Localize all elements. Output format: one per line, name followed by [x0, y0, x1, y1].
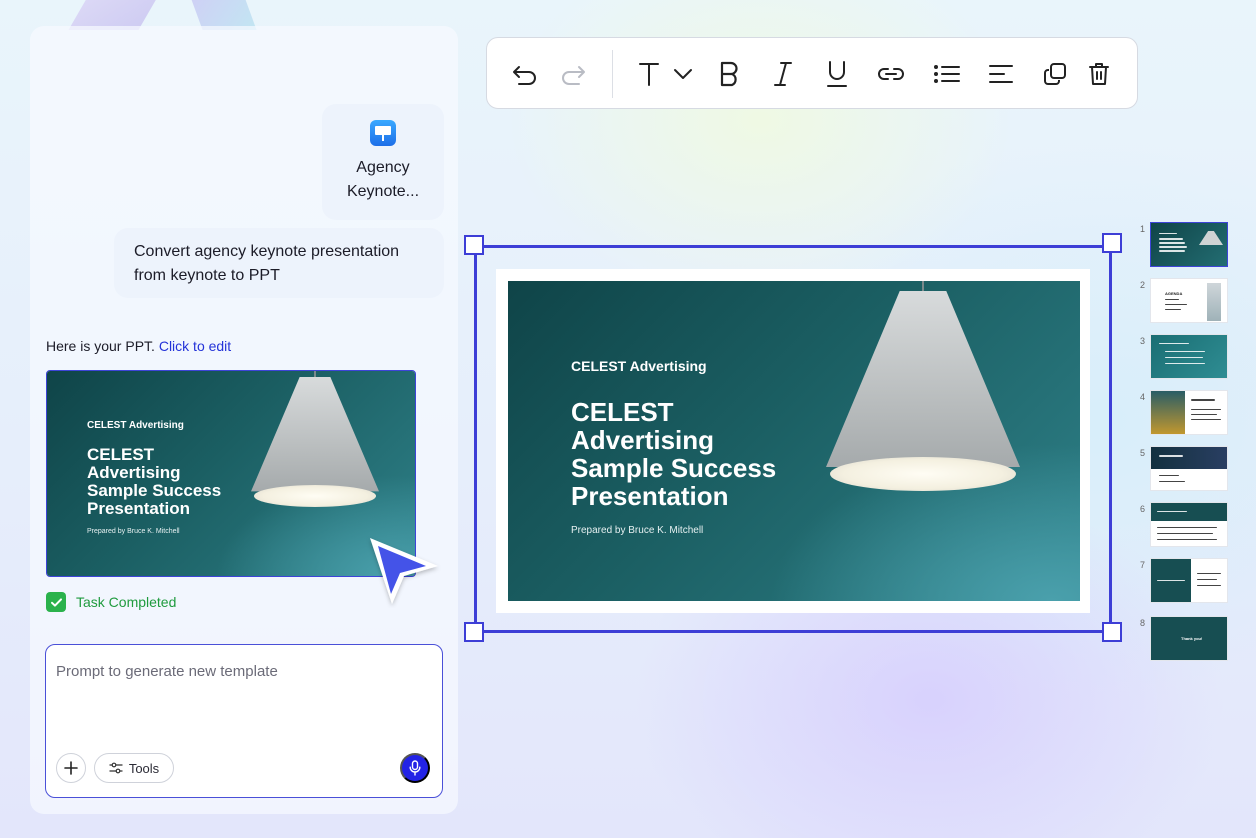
- attachment-name-line1: Agency: [356, 159, 410, 176]
- align-button[interactable]: [985, 58, 1017, 90]
- slide-thumb-title: AGENDA: [1165, 291, 1183, 296]
- slide-thumb-image: [1150, 558, 1228, 603]
- resize-handle-top-left[interactable]: [464, 235, 484, 255]
- slide-title-line: Sample Success: [87, 481, 222, 500]
- slide-number: 2: [1140, 280, 1146, 290]
- assistant-reply-text: Here is your PPT.: [46, 338, 159, 354]
- tools-button[interactable]: Tools: [94, 753, 174, 783]
- slide-thumbnail-4[interactable]: 4: [1136, 390, 1236, 436]
- slide-brand: CELEST Advertising: [87, 420, 184, 431]
- attachment-name: Agency Keynote...: [347, 156, 419, 204]
- slide-title-line: Presentation: [87, 499, 190, 518]
- click-to-edit-link[interactable]: Click to edit: [159, 338, 231, 354]
- redo-button[interactable]: [557, 58, 589, 90]
- chevron-down-icon: [674, 69, 692, 79]
- microphone-icon: [409, 760, 421, 776]
- text-icon: [639, 63, 659, 86]
- text-style-dropdown[interactable]: [667, 58, 699, 90]
- slide-thumbnail-7[interactable]: 7: [1136, 558, 1236, 604]
- slide-thumb-image: [1150, 446, 1228, 491]
- slide-number: 4: [1140, 392, 1146, 402]
- underline-icon: [827, 61, 847, 87]
- sliders-icon: [109, 762, 123, 774]
- task-status: Task Completed: [46, 592, 176, 612]
- attachment-name-line2: Keynote...: [346, 183, 420, 200]
- slide-thumbnail-8[interactable]: 8 Thank you!: [1136, 616, 1236, 662]
- duplicate-icon: [1044, 63, 1066, 85]
- assistant-reply: Here is your PPT. Click to edit: [46, 338, 231, 354]
- redo-icon: [562, 66, 585, 85]
- slide-thumb-image: Thank you!: [1150, 616, 1228, 661]
- resize-handle-bottom-right[interactable]: [1102, 622, 1122, 642]
- tools-label: Tools: [128, 760, 160, 776]
- slide-thumbnail-2[interactable]: 2 AGENDA: [1136, 278, 1236, 324]
- delete-button[interactable]: [1083, 58, 1115, 90]
- slide-thumb-image: [1150, 502, 1228, 547]
- align-left-icon: [989, 65, 1013, 83]
- bullet-list-button[interactable]: [931, 58, 963, 90]
- add-attachment-button[interactable]: [56, 753, 86, 783]
- resize-handle-bottom-left[interactable]: [464, 622, 484, 642]
- keynote-icon: [370, 120, 396, 146]
- lamp-image: [251, 371, 379, 507]
- prompt-box: Tools: [45, 644, 443, 798]
- slide-thumb-image: [1150, 390, 1228, 435]
- slide-number: 1: [1140, 224, 1146, 234]
- plus-icon: [64, 761, 78, 775]
- slide-thumbnail-5[interactable]: 5: [1136, 446, 1236, 492]
- duplicate-button[interactable]: [1039, 58, 1071, 90]
- slide-number: 5: [1140, 448, 1146, 458]
- undo-icon: [513, 66, 536, 85]
- slide-thumb-title: Thank you!: [1181, 636, 1203, 641]
- italic-icon: [774, 62, 792, 86]
- prompt-input[interactable]: [56, 659, 426, 683]
- microphone-button[interactable]: [400, 753, 430, 783]
- slide-thumb-image: [1150, 334, 1228, 379]
- link-icon: [878, 68, 904, 80]
- undo-button[interactable]: [509, 58, 541, 90]
- bold-icon: [720, 61, 738, 87]
- slide-number: 8: [1140, 618, 1146, 628]
- italic-button[interactable]: [767, 58, 799, 90]
- slide-thumb-image: [1150, 222, 1228, 267]
- trash-icon: [1089, 63, 1109, 85]
- slide-number: 7: [1140, 560, 1146, 570]
- slide-subtitle: Prepared by Bruce K. Mitchell: [87, 528, 180, 535]
- text-style-button[interactable]: [633, 58, 665, 90]
- slide-thumbnail-1[interactable]: 1: [1136, 222, 1236, 268]
- slide-thumb-image: AGENDA: [1150, 278, 1228, 323]
- slide-title-line: Advertising: [87, 463, 181, 482]
- ppt-preview-card[interactable]: CELEST Advertising CELEST Advertising Sa…: [46, 370, 416, 577]
- bold-button[interactable]: [713, 58, 745, 90]
- slide-thumbnail-6[interactable]: 6: [1136, 502, 1236, 548]
- formatting-toolbar: [486, 37, 1138, 109]
- underline-button[interactable]: [821, 58, 853, 90]
- link-button[interactable]: [875, 58, 907, 90]
- selection-box[interactable]: [474, 245, 1112, 633]
- toolbar-divider: [612, 50, 613, 98]
- slide-number: 3: [1140, 336, 1146, 346]
- slide-title: CELEST Advertising Sample Success Presen…: [87, 446, 221, 518]
- checkbox-checked-icon: [46, 592, 66, 612]
- pointer-cursor-icon: [370, 538, 438, 604]
- resize-handle-top-right[interactable]: [1102, 233, 1122, 253]
- task-status-text: Task Completed: [76, 594, 177, 610]
- user-message: Convert agency keynote presentation from…: [114, 228, 444, 298]
- slide-thumbnail-3[interactable]: 3: [1136, 334, 1236, 380]
- slide-number: 6: [1140, 504, 1146, 514]
- attachment-bubble[interactable]: Agency Keynote...: [322, 104, 444, 220]
- list-icon: [934, 65, 960, 83]
- slide-title-line: CELEST: [87, 445, 155, 464]
- chat-panel: Agency Keynote... Convert agency keynote…: [30, 26, 458, 814]
